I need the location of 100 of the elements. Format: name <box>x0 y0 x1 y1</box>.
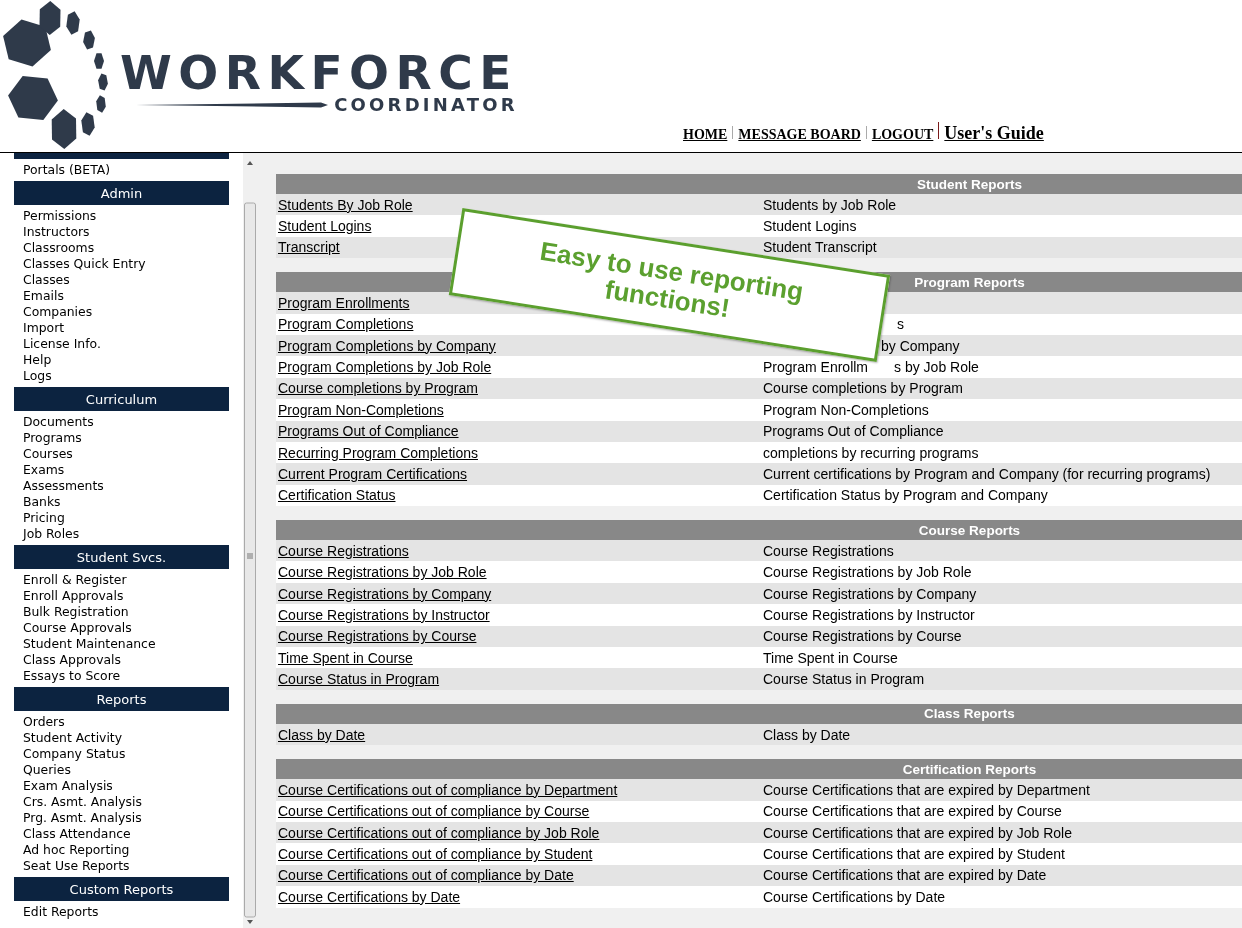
sidebar-item[interactable]: Banks <box>23 494 61 510</box>
sidebar-item[interactable]: Edit Reports <box>23 904 99 920</box>
sidebar-item[interactable]: Enroll Approvals <box>23 588 124 604</box>
report-link[interactable]: Students By Job Role <box>278 196 413 213</box>
report-description: Student Transcript <box>763 239 877 256</box>
report-description: Time Spent in Course <box>763 649 898 666</box>
report-description: Course Registrations by Company <box>763 585 977 602</box>
sidebar-item[interactable]: Exams <box>23 462 65 478</box>
sidebar-section-header: Curriculum <box>14 387 229 411</box>
sidebar-item[interactable]: Classes <box>23 272 70 288</box>
sidebar-item[interactable]: Seat Use Reports <box>23 858 130 874</box>
sidebar-item[interactable]: Permissions <box>23 208 97 224</box>
sidebar-item[interactable]: Class Approvals <box>23 652 121 668</box>
sidebar-item[interactable]: Student Maintenance <box>23 636 156 652</box>
sidebar-item[interactable]: Classes Quick Entry <box>23 256 146 272</box>
report-link[interactable]: Course Registrations <box>278 542 409 559</box>
sidebar-item[interactable]: Companies <box>23 304 93 320</box>
sidebar-section-header: Admin <box>14 181 229 205</box>
report-description: Course Certifications that are expired by Course <box>763 803 1062 820</box>
sidebar-item[interactable]: Help <box>23 352 52 368</box>
report-link[interactable]: Program Completions <box>278 316 414 333</box>
report-link[interactable]: Student Logins <box>278 218 372 235</box>
sidebar-section-header: Custom Reports <box>14 877 229 901</box>
report-link[interactable]: Course Certifications out of compliance by Date <box>278 867 574 884</box>
section-title: Class Reports <box>924 706 1015 722</box>
report-description: Student Logins <box>763 218 857 235</box>
nav-link[interactable]: HOME <box>683 127 728 143</box>
report-description: Course Registrations by Instructor <box>763 606 975 623</box>
report-description: completions by recurring programs <box>763 444 979 461</box>
logo-name: WORKFORCE <box>120 51 518 95</box>
report-link[interactable]: Course Certifications out of compliance by Course <box>278 803 590 820</box>
sidebar-item[interactable]: License Info. <box>23 336 101 352</box>
report-link[interactable]: Programs Out of Compliance <box>278 423 459 440</box>
report-link[interactable]: Course Certifications by Date <box>278 888 461 905</box>
sidebar-item[interactable]: Ad hoc Reporting <box>23 842 130 858</box>
report-description: Current certifications by Program and Company (for recurring programs) <box>763 466 1211 482</box>
section-title: Certification Reports <box>902 761 1037 777</box>
sidebar-item[interactable]: Course Approvals <box>23 620 132 636</box>
report-description: s by Job Role <box>894 359 979 376</box>
report-description: Program Non-Completions <box>763 401 929 418</box>
sidebar-item[interactable]: Queries <box>23 762 71 778</box>
sidebar-item[interactable]: Assessments <box>23 478 104 494</box>
report-link[interactable]: Transcript <box>278 239 340 256</box>
report-link[interactable]: Course Status in Program <box>278 671 440 688</box>
report-description: Course Certifications that are expired by Department <box>763 781 1090 798</box>
sidebar-item[interactable]: Documents <box>23 414 94 430</box>
sidebar-item[interactable]: Import <box>23 320 65 336</box>
report-link[interactable]: Course Registrations by Company <box>278 585 492 602</box>
sidebar-section-header: Student Svcs. <box>14 545 229 569</box>
report-link[interactable]: Course Certifications out of compliance by Job Role <box>278 824 600 841</box>
logo-tagline: COORDINATOR <box>334 95 518 115</box>
report-link[interactable]: Class by Date <box>278 726 366 743</box>
report-link[interactable]: Current Program Certifications <box>278 466 468 482</box>
sidebar-item[interactable]: Enroll & Register <box>23 572 127 588</box>
section-title: Student Reports <box>917 176 1022 192</box>
sidebar-item[interactable]: Logs <box>23 368 52 384</box>
report-description: Course Registrations <box>763 542 894 559</box>
sidebar-item[interactable]: Student Activity <box>23 730 123 746</box>
sidebar-item[interactable]: Pricing <box>23 510 65 526</box>
sidebar-item[interactable]: Class Attendance <box>23 826 131 842</box>
sidebar-item[interactable]: Crs. Asmt. Analysis <box>23 794 142 810</box>
nav-link[interactable]: MESSAGE BOARD <box>738 127 861 143</box>
sidebar-item[interactable]: Classrooms <box>23 240 95 256</box>
report-description: s <box>897 316 904 333</box>
scrollbar[interactable] <box>243 153 257 928</box>
sidebar-item[interactable]: Exam Analysis <box>23 778 113 794</box>
sidebar-item[interactable]: Job Roles <box>23 526 80 542</box>
report-description: Programs Out of Compliance <box>763 423 944 440</box>
report-link[interactable]: Course Certifications out of compliance by Department <box>278 781 618 798</box>
report-description: Course Certifications by Date <box>763 888 946 905</box>
report-link[interactable]: Program Non-Completions <box>278 401 444 418</box>
sidebar-item[interactable]: Orders <box>23 714 65 730</box>
report-link[interactable]: Course Certifications out of compliance by Student <box>278 846 593 863</box>
report-description: Class by Date <box>763 726 851 743</box>
report-link[interactable]: Program Enrollments <box>278 294 410 311</box>
report-link[interactable]: Course completions by Program <box>278 380 478 397</box>
guide-link[interactable]: User's Guide <box>944 123 1044 144</box>
report-description: Course Certifications that are expired by Date <box>763 867 1047 884</box>
report-link[interactable]: Recurring Program Completions <box>278 444 478 461</box>
report-link[interactable]: Course Registrations by Instructor <box>278 606 490 623</box>
report-link[interactable]: Certification Status <box>278 487 396 504</box>
sidebar-item[interactable]: Essays to Score <box>23 668 121 684</box>
sidebar-item[interactable]: Programs <box>23 430 82 446</box>
report-link[interactable]: Course Registrations by Course <box>278 628 477 645</box>
report-description: Course Certifications that are expired by Job Role <box>763 824 1072 841</box>
sidebar-item[interactable]: Bulk Registration <box>23 604 129 620</box>
report-link[interactable]: Time Spent in Course <box>278 649 413 666</box>
report-description: Course Certifications that are expired by Student <box>763 846 1065 863</box>
section-title: Program Reports <box>914 274 1025 290</box>
report-description: Course Registrations by Job Role <box>763 564 972 581</box>
section-title: Course Reports <box>918 522 1021 538</box>
sidebar-item[interactable]: Emails <box>23 288 64 304</box>
sidebar-item[interactable]: Prg. Asmt. Analysis <box>23 810 142 826</box>
sidebar-item[interactable]: Instructors <box>23 224 90 240</box>
report-link[interactable]: Program Completions by Job Role <box>278 359 492 376</box>
sidebar-item[interactable]: Company Status <box>23 746 126 762</box>
report-link[interactable]: Course Registrations by Job Role <box>278 564 487 581</box>
sidebar-item[interactable]: Courses <box>23 446 73 462</box>
nav-link[interactable]: LOGOUT <box>871 127 934 143</box>
sidebar-item[interactable]: Portals (BETA) <box>23 162 111 178</box>
